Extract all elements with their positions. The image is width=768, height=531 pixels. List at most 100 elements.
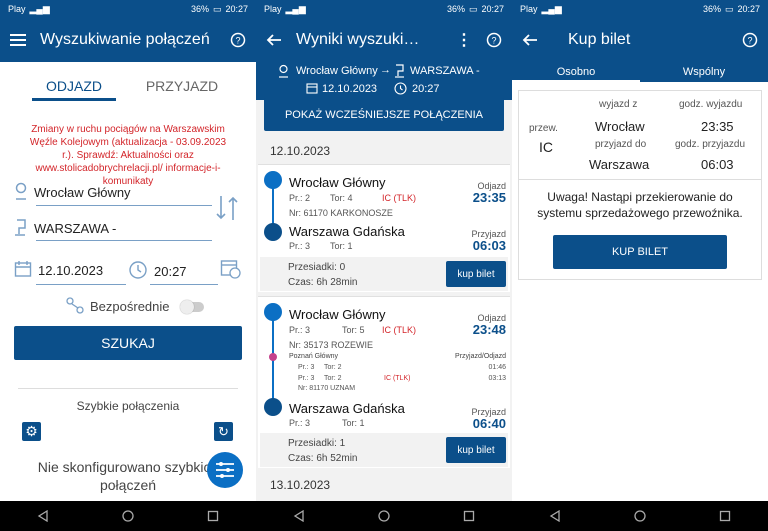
arr-track: Tor: 1 [342, 418, 365, 428]
battery-icon: ▭ [468, 3, 478, 14]
from-field[interactable]: Wrocław Główny [14, 182, 242, 203]
divider [18, 388, 238, 389]
results-screen: Play ▂▄▆ 36% ▭ 20:27 Wyniki wyszuki… ⋮ ? Wr… [256, 0, 512, 531]
time-value: 20:27 [154, 264, 187, 279]
train-number: Nr: 61170 KARKONOSZE [289, 208, 393, 218]
from-underline [36, 205, 212, 206]
route-summary: Wrocław Główny → WARSZAWA - 12.10.2023 2… [256, 62, 512, 100]
dep-platform: Pr.: 3 [289, 325, 311, 335]
date-value: 12.10.2023 [38, 263, 104, 278]
back-nav-icon[interactable] [549, 510, 561, 522]
back-nav-icon[interactable] [293, 510, 305, 522]
service-notice[interactable]: Zmiany w ruchu pociągów na Warszawskim W… [28, 123, 228, 188]
home-nav-icon[interactable] [122, 510, 134, 522]
arr-platform: Pr.: 3 [289, 418, 311, 428]
tab-joint[interactable]: Wspólny [640, 62, 768, 82]
carrier-header: przew. [529, 123, 558, 134]
via-station: Poznań Główny [289, 353, 339, 360]
battery-icon: ▭ [724, 3, 734, 14]
battery-label: 36% [702, 4, 721, 14]
earlier-connections-button[interactable]: POKAŻ WCZEŚNIEJSZE POŁĄCZENIA [264, 98, 504, 131]
via-track-1: Tor: 2 [324, 364, 342, 371]
summary-date: 12.10.2023 [322, 83, 378, 95]
signal-icon: ▂▄▆ [29, 3, 50, 14]
location-pin-icon [14, 182, 28, 203]
tab-separate[interactable]: Osobno [512, 62, 640, 82]
dep-time: 23:35 [472, 190, 506, 205]
to-field[interactable]: WARSZAWA - [14, 218, 242, 239]
page-title: Kup bilet [568, 31, 631, 48]
page-title: Wyszukiwanie połączeń [40, 31, 210, 48]
help-icon[interactable]: ? [742, 32, 758, 48]
to-underline [36, 240, 212, 241]
duration: Czas: 6h 52min [288, 453, 358, 464]
buy-ticket-button[interactable]: kup bilet [446, 261, 506, 287]
card-to: Warszawa Gdańska [289, 224, 405, 239]
ticket-tabs: Osobno Wspólny [512, 62, 768, 82]
from-value: Wrocław Główny [34, 185, 131, 200]
carrier-label: Play [8, 4, 26, 14]
arrival-flag-icon [264, 398, 282, 416]
battery-icon: ▭ [212, 3, 222, 14]
via-platform-1: Pr.: 3 [298, 364, 315, 371]
dep-track: Tor: 5 [342, 325, 365, 335]
page-title: Wyniki wyszuki… [296, 31, 420, 48]
recents-nav-icon[interactable] [719, 510, 731, 522]
settings-gear-icon[interactable]: ⚙ [22, 422, 41, 441]
arr-track: Tor: 1 [330, 241, 353, 251]
search-button[interactable]: SZUKAJ [14, 326, 242, 360]
filter-fab-icon[interactable] [207, 452, 243, 488]
destination-flag-icon [14, 218, 28, 239]
recents-nav-icon[interactable] [207, 510, 219, 522]
app-bar: Wyszukiwanie połączeń ? [0, 18, 256, 62]
connection-card[interactable]: Wrocław Główny Odjazd 23:35 Pr.: 2 Tor: … [258, 164, 510, 292]
via-label: Przyjazd/Odjazd [455, 353, 506, 360]
divider [519, 179, 761, 180]
buy-ticket-button[interactable]: KUP BILET [553, 235, 727, 269]
arr-platform: Pr.: 3 [289, 241, 311, 251]
back-arrow-icon[interactable] [522, 33, 538, 47]
recents-nav-icon[interactable] [463, 510, 475, 522]
connection-card[interactable]: Wrocław Główny Odjazd 23:48 Pr.: 3 Tor: … [258, 296, 510, 468]
menu-icon[interactable] [10, 33, 26, 47]
help-icon[interactable]: ? [230, 32, 246, 48]
from-header: wyjazd z [599, 99, 638, 110]
card-from: Wrocław Główny [289, 307, 386, 322]
via-track-2: Tor: 2 [324, 375, 342, 382]
date-header: 13.10.2023 [270, 478, 331, 492]
back-nav-icon[interactable] [37, 510, 49, 522]
svg-text:?: ? [491, 36, 496, 46]
summary-to: WARSZAWA - [410, 65, 480, 77]
calendar-clock-icon[interactable] [220, 258, 242, 285]
clock-label: 20:27 [225, 4, 248, 14]
buy-ticket-screen: Play ▂▄▆ 36% ▭ 20:27 Kup bilet ? Osobno Wsp… [512, 0, 768, 531]
app-bar: Wyniki wyszuki… ⋮ ? [256, 18, 512, 62]
arrow-right-icon: → [380, 64, 391, 76]
more-vert-icon[interactable]: ⋮ [456, 30, 472, 50]
arr-time: 06:40 [472, 416, 506, 431]
via-arr: 01:46 [488, 364, 506, 371]
help-icon[interactable]: ? [486, 32, 502, 48]
transfer-dot [269, 353, 277, 361]
summary-time: 20:27 [412, 83, 440, 95]
buy-ticket-button[interactable]: kup bilet [446, 437, 506, 463]
tab-departure[interactable]: ODJAZD [32, 78, 116, 101]
direct-label: Bezpośrednie [90, 299, 170, 314]
tab-arrival[interactable]: PRZYJAZD [140, 78, 224, 101]
clock-icon [128, 260, 148, 283]
to-value: WARSZAWA - [34, 221, 117, 236]
to-header: przyjazd do [595, 139, 647, 150]
back-arrow-icon[interactable] [266, 33, 282, 47]
refresh-icon[interactable]: ↻ [214, 422, 233, 441]
home-nav-icon[interactable] [634, 510, 646, 522]
arr-time: 06:03 [472, 238, 506, 253]
search-screen: Play ▂▄▆ 36% ▭ 20:27 Wyszukiwanie połączeń … [0, 0, 256, 531]
direct-switch[interactable] [179, 299, 204, 314]
destination-flag-icon [394, 64, 405, 81]
train-category: IC (TLK) [382, 325, 417, 335]
date-underline [36, 284, 126, 285]
home-nav-icon[interactable] [378, 510, 390, 522]
date-field[interactable]: 12.10.2023 [14, 260, 103, 281]
dep-time: 23:35 [701, 119, 734, 134]
time-field[interactable]: 20:27 [128, 260, 187, 283]
